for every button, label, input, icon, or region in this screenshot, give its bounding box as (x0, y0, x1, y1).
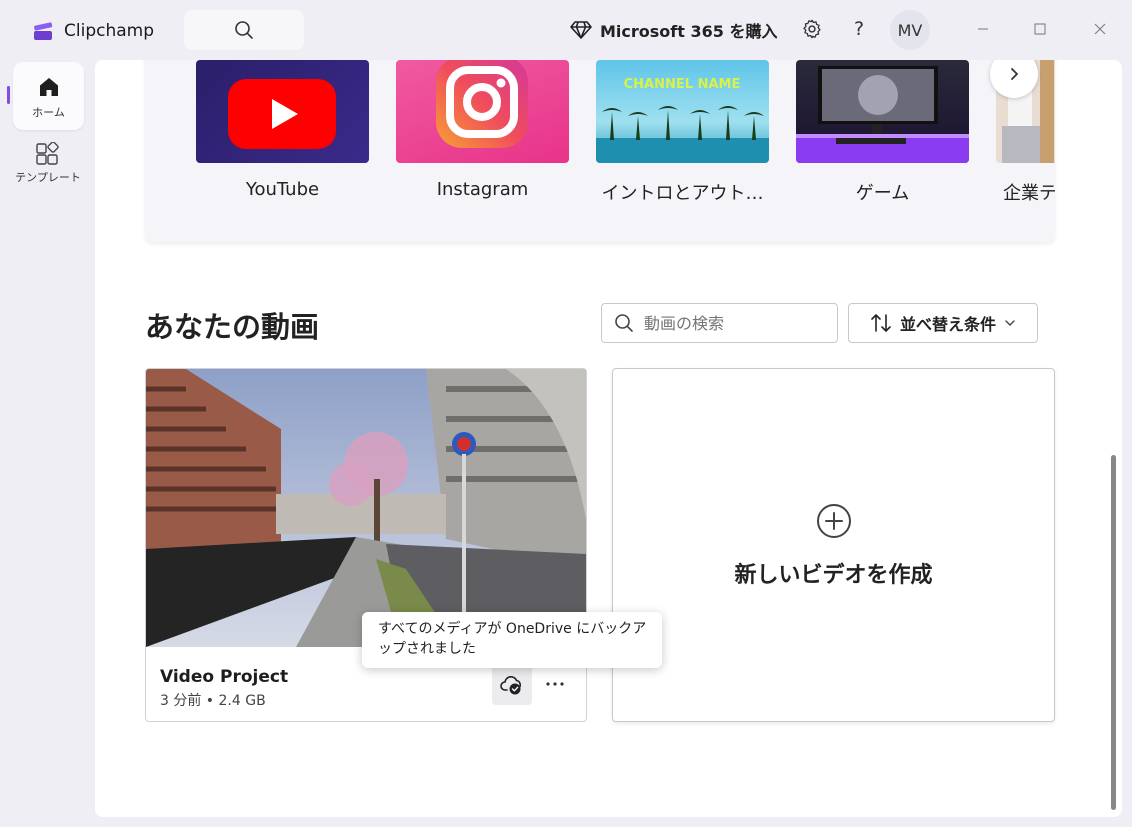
cloud-backup-status-button[interactable] (492, 665, 532, 705)
more-options-button[interactable] (538, 667, 572, 701)
sort-arrows-icon (871, 314, 891, 332)
instagram-thumbnail (396, 60, 569, 163)
sidebar-item-home[interactable]: ホーム (13, 62, 84, 130)
project-thumbnail (146, 369, 586, 647)
video-search-box[interactable] (601, 303, 838, 343)
sort-label: 並べ替え条件 (899, 315, 996, 334)
minimize-icon (978, 28, 988, 30)
template-item-youtube[interactable]: YouTube (196, 60, 369, 200)
instagram-logo-icon (436, 60, 528, 148)
template-item-instagram[interactable]: Instagram (396, 60, 569, 200)
help-button[interactable]: ? (846, 16, 872, 42)
active-nav-indicator (7, 86, 10, 104)
template-carousel: YouTube Instagram CHANNEL NAME イントロとアウト…… (145, 60, 1055, 242)
sidebar-item-templates[interactable]: テンプレート (8, 138, 88, 200)
templates-icon (36, 142, 59, 165)
project-meta: 3 分前 • 2.4 GB (160, 693, 266, 709)
template-item-intro-outro[interactable]: CHANNEL NAME イントロとアウト… (596, 60, 769, 205)
ellipsis-icon (546, 682, 564, 686)
maximize-icon (1034, 23, 1046, 35)
template-label: イントロとアウト… (601, 183, 764, 204)
app-name: Clipchamp (64, 21, 154, 41)
cloud-check-icon (500, 676, 521, 695)
minimize-button[interactable] (968, 14, 998, 44)
template-label: Instagram (436, 179, 529, 200)
create-new-video-card[interactable]: 新しいビデオを作成 (612, 368, 1055, 722)
search-icon (235, 21, 253, 39)
maximize-button[interactable] (1025, 14, 1055, 44)
plus-circle-icon (817, 504, 851, 538)
youtube-logo-icon (228, 79, 336, 149)
title-bar: Clipchamp Microsoft 365 を購入 ? MV (0, 0, 1132, 60)
sidebar-item-label: テンプレート (15, 171, 81, 184)
gear-icon (803, 19, 821, 39)
global-search-button[interactable] (184, 10, 304, 50)
template-label: ゲーム (855, 183, 910, 204)
intro-outro-thumbnail: CHANNEL NAME (596, 60, 769, 163)
search-icon (615, 314, 633, 332)
settings-button[interactable] (799, 16, 825, 42)
chevron-right-icon (1011, 68, 1018, 80)
create-new-video-label: 新しいビデオを作成 (734, 563, 933, 588)
chevron-down-icon (1005, 320, 1015, 326)
channel-name-text: CHANNEL NAME (624, 77, 741, 92)
buy-ms365-button[interactable]: Microsoft 365 を購入 (570, 18, 777, 42)
template-label: YouTube (245, 179, 320, 200)
video-search-input[interactable] (642, 312, 826, 334)
video-project-card[interactable]: Video Project 3 分前 • 2.4 GB (145, 368, 587, 722)
sidebar-item-label: ホーム (32, 106, 65, 119)
diamond-icon (570, 21, 592, 39)
close-button[interactable] (1085, 14, 1115, 44)
main-content: YouTube Instagram CHANNEL NAME イントロとアウト…… (95, 60, 1122, 817)
gaming-setup-image (796, 66, 969, 163)
palm-trees-image: CHANNEL NAME (596, 77, 769, 163)
template-label: 企業テ (1003, 183, 1055, 204)
home-icon (40, 78, 58, 96)
section-title: あなたの動画 (145, 310, 320, 344)
question-icon: ? (853, 18, 865, 40)
project-title: Video Project (160, 667, 289, 687)
onedrive-backup-tooltip: すべてのメディアが OneDrive にバックアップされました (362, 612, 662, 668)
template-item-gaming[interactable]: ゲーム (796, 60, 969, 205)
close-icon (1094, 23, 1106, 35)
ms365-label: Microsoft 365 を購入 (600, 22, 778, 41)
avatar[interactable]: MV (890, 10, 930, 50)
clipchamp-logo-icon (34, 22, 53, 40)
vertical-scrollbar[interactable] (1111, 455, 1116, 810)
sort-button[interactable]: 並べ替え条件 (848, 303, 1038, 343)
youtube-thumbnail (196, 60, 369, 163)
gaming-thumbnail (796, 60, 969, 163)
